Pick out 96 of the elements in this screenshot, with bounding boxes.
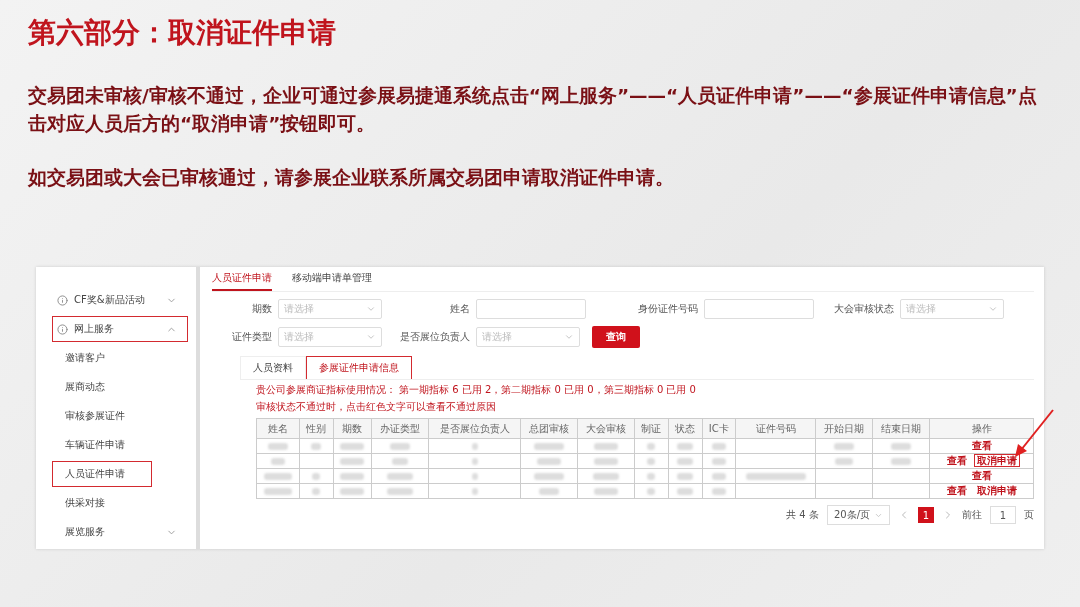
field-label: 身份证件号码 bbox=[637, 302, 698, 316]
blurred-text bbox=[711, 443, 726, 450]
field-label: 姓名 bbox=[449, 302, 470, 316]
blurred-text bbox=[392, 458, 409, 465]
field-label: 证件类型 bbox=[231, 330, 272, 344]
blurred-text bbox=[387, 488, 414, 495]
blurred-text bbox=[835, 458, 854, 465]
blurred-text bbox=[891, 443, 912, 450]
blurred-text bbox=[677, 473, 694, 480]
blurred-text bbox=[677, 458, 694, 465]
blurred-text bbox=[677, 443, 694, 450]
column-header: 姓名 bbox=[256, 418, 300, 439]
sidebar-item[interactable]: 展商动态 bbox=[52, 374, 188, 400]
blurred-text bbox=[340, 473, 365, 480]
blurred-text bbox=[471, 488, 478, 495]
column-header: 期数 bbox=[333, 418, 372, 439]
slide-paragraph: 交易团未审核/审核不通过，企业可通过参展易捷通系统点击“网上服务”——“人员证件申请”——“参展证件申请信息”点击对应人员后方的“取消申请”按钮即可。 bbox=[28, 84, 1038, 136]
sidebar-item[interactable]: 人员证件申请 bbox=[52, 461, 152, 487]
blurred-text bbox=[711, 458, 726, 465]
blurred-text bbox=[539, 488, 560, 495]
chevron-down-icon bbox=[366, 304, 376, 314]
sidebar-item[interactable]: 邀请客户 bbox=[52, 345, 188, 371]
notice-text: 审核状态不通过时，点击红色文字可以查看不通过原因 bbox=[256, 400, 497, 414]
sidebar-item[interactable]: 车辆证件申请 bbox=[52, 432, 188, 458]
field-label: 期数 bbox=[251, 302, 272, 316]
tab[interactable]: 移动端申请单管理 bbox=[292, 271, 372, 291]
page-size-select[interactable]: 20条/页 bbox=[826, 505, 890, 525]
action-link[interactable]: 取消申请 bbox=[973, 454, 1020, 467]
blurred-text bbox=[594, 443, 619, 450]
pointer-arrow-icon bbox=[1015, 408, 1055, 458]
blurred-text bbox=[340, 458, 365, 465]
field-label: 大会审核状态 bbox=[833, 302, 894, 316]
column-header: 性别 bbox=[299, 418, 334, 439]
blurred-text bbox=[534, 443, 565, 450]
info-icon bbox=[57, 323, 68, 335]
action-link[interactable]: 查看 bbox=[943, 484, 970, 497]
chevron-down-icon bbox=[366, 332, 376, 342]
blurred-text bbox=[745, 473, 806, 480]
column-header: 是否展位负责人 bbox=[428, 418, 521, 439]
chevron-down-icon bbox=[988, 304, 998, 314]
blurred-text bbox=[340, 488, 365, 495]
search-button[interactable]: 查询 bbox=[592, 326, 640, 348]
blurred-text bbox=[271, 458, 285, 465]
sidebar-item[interactable]: 审核参展证件 bbox=[52, 403, 188, 429]
blurred-text bbox=[537, 458, 562, 465]
blurred-text bbox=[390, 443, 411, 450]
blurred-text bbox=[387, 473, 414, 480]
action-link[interactable]: 查看 bbox=[943, 454, 970, 467]
sidebar-item[interactable]: 供采对接 bbox=[52, 490, 188, 516]
blurred-text bbox=[891, 458, 912, 465]
column-header: 开始日期 bbox=[815, 418, 873, 439]
blurred-text bbox=[593, 473, 620, 480]
blurred-text bbox=[594, 458, 619, 465]
input-field[interactable] bbox=[476, 299, 586, 319]
sidebar-item[interactable]: 网上服务 bbox=[52, 316, 188, 342]
blurred-text bbox=[264, 488, 292, 495]
input-field[interactable] bbox=[704, 299, 814, 319]
info-icon bbox=[57, 294, 68, 306]
tab[interactable]: 人员资料 bbox=[240, 356, 306, 379]
column-header: 状态 bbox=[668, 418, 702, 439]
column-header: 总团审核 bbox=[520, 418, 578, 439]
page-number[interactable]: 1 bbox=[918, 507, 934, 523]
slide-title: 第六部分：取消证件申请 bbox=[28, 15, 337, 51]
column-header: IC卡 bbox=[702, 418, 736, 439]
field-label: 是否展位负责人 bbox=[399, 330, 470, 344]
blurred-text bbox=[268, 443, 288, 450]
total-count: 共 4 条 bbox=[786, 508, 819, 522]
blurred-text bbox=[711, 473, 726, 480]
column-header: 办证类型 bbox=[371, 418, 429, 439]
goto-label: 前往 bbox=[962, 508, 982, 522]
column-header: 大会审核 bbox=[577, 418, 635, 439]
slide-paragraph: 如交易团或大会已审核通过，请参展企业联系所属交易团申请取消证件申请。 bbox=[28, 165, 675, 190]
chevron-down-icon bbox=[564, 332, 574, 342]
blurred-text bbox=[311, 443, 322, 450]
blurred-text bbox=[677, 488, 694, 495]
tab[interactable]: 参展证件申请信息 bbox=[306, 356, 412, 379]
blurred-text bbox=[471, 458, 478, 465]
page-input[interactable]: 1 bbox=[990, 506, 1016, 524]
column-header: 制证 bbox=[634, 418, 669, 439]
column-header: 证件号码 bbox=[735, 418, 816, 439]
blurred-text bbox=[471, 443, 478, 450]
sidebar-item[interactable]: 展览服务 bbox=[52, 519, 188, 545]
blurred-text bbox=[340, 443, 365, 450]
column-header: 结束日期 bbox=[872, 418, 930, 439]
page-suffix: 页 bbox=[1024, 508, 1034, 522]
blurred-text bbox=[594, 488, 619, 495]
blurred-text bbox=[711, 488, 726, 495]
blurred-text bbox=[471, 473, 478, 480]
sidebar-item[interactable]: CF奖&新品活动 bbox=[52, 287, 188, 313]
blurred-text bbox=[264, 473, 292, 480]
blurred-text bbox=[534, 473, 565, 480]
tab[interactable]: 人员证件申请 bbox=[212, 271, 272, 291]
column-header: 操作 bbox=[929, 418, 1034, 439]
blurred-text bbox=[834, 443, 855, 450]
notice-text: 贵公司参展商证指标使用情况： 第一期指标 6 已用 2，第二期指标 0 已用 0，第三期指标 0 已用 0 bbox=[256, 383, 697, 397]
action-link[interactable]: 取消申请 bbox=[973, 484, 1020, 497]
